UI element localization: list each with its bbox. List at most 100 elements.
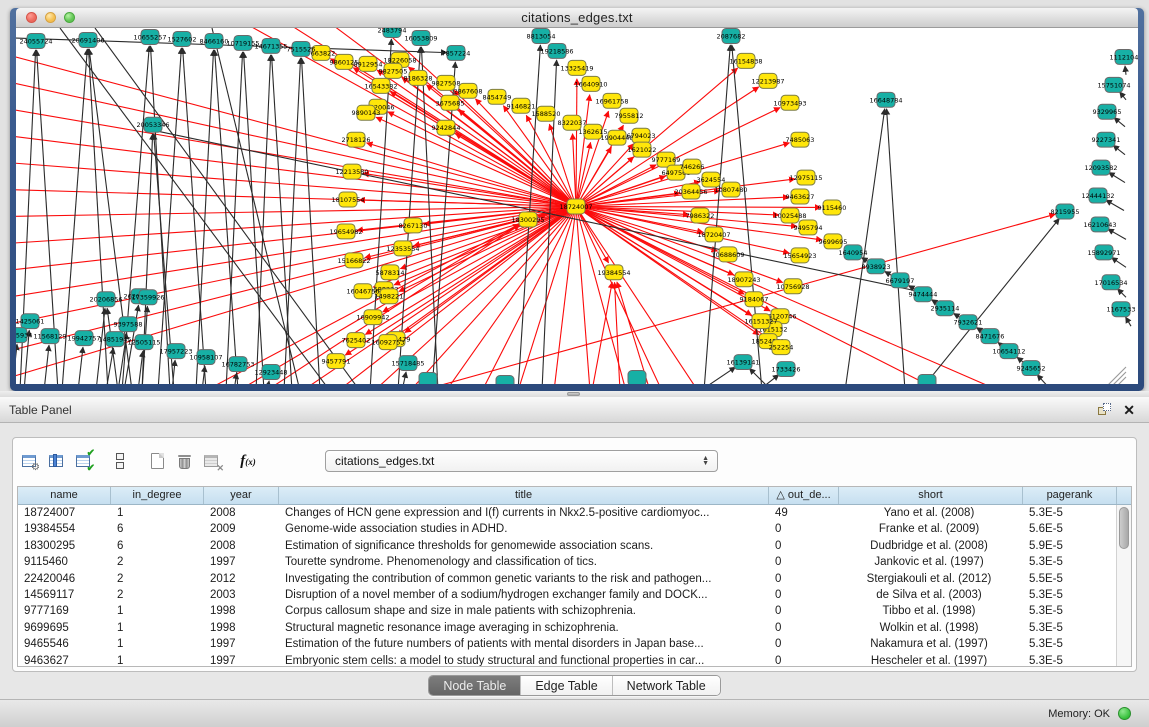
network-edge[interactable] (592, 282, 612, 384)
table-cell[interactable]: Tourette syndrome. Phenomenology and cla… (279, 554, 769, 570)
rows-icon[interactable] (109, 450, 131, 472)
column-select-icon[interactable] (45, 450, 67, 472)
network-edge[interactable] (1126, 317, 1131, 326)
table-cell[interactable]: 5.3E-5 (1023, 653, 1117, 667)
table-cell[interactable]: 0 (769, 620, 839, 636)
table-cell[interactable]: 1 (111, 603, 204, 619)
table-cell[interactable]: Estimation of the future numbers of pati… (279, 636, 769, 652)
table-cell[interactable]: 1 (111, 620, 204, 636)
table-header-cell[interactable]: name (18, 487, 111, 504)
table-row[interactable]: 946554611997Estimation of the future num… (18, 636, 1131, 652)
table-cell[interactable]: 9115460 (18, 554, 111, 570)
network-edge[interactable] (1117, 289, 1126, 298)
table-cell[interactable]: 2012 (204, 571, 279, 587)
table-header-cell[interactable]: year (204, 487, 279, 504)
table-cell[interactable]: 9777169 (18, 603, 111, 619)
network-edge[interactable] (16, 206, 576, 351)
table-cell[interactable]: 0 (769, 587, 839, 603)
tab-node-table[interactable]: Node Table (429, 676, 520, 695)
network-node[interactable] (496, 376, 514, 384)
table-selector-dropdown[interactable]: citations_edges.txt ▲▼ (325, 450, 718, 472)
new-file-icon[interactable] (146, 450, 168, 472)
scrollbar-thumb[interactable] (1119, 507, 1129, 549)
network-edge[interactable] (1120, 92, 1126, 100)
table-cell[interactable]: 9465546 (18, 636, 111, 652)
table-row[interactable]: 1938455462009Genome-wide association stu… (18, 521, 1131, 537)
network-edge[interactable] (183, 48, 206, 384)
network-edge[interactable] (1109, 172, 1125, 182)
table-row[interactable]: 911546021997Tourette syndrome. Phenomeno… (18, 554, 1131, 570)
network-edge[interactable] (16, 344, 17, 384)
network-edge[interactable] (617, 282, 650, 384)
table-cell[interactable]: 1998 (204, 603, 279, 619)
table-cell[interactable]: Dudbridge et al. (2008) (839, 538, 1023, 554)
table-row[interactable]: 1830029562008Estimation of significance … (18, 538, 1131, 554)
split-pane-grip-icon[interactable] (567, 392, 580, 396)
table-row[interactable]: 946362711997Embryonic stem cells: a mode… (18, 653, 1131, 667)
table-cell[interactable]: 5.3E-5 (1023, 636, 1117, 652)
table-cell[interactable]: 1 (111, 653, 204, 667)
network-edge[interactable] (78, 347, 83, 384)
select-rows-check-icon[interactable]: ✔✔ (72, 450, 94, 472)
table-row[interactable]: 1456911722003Disruption of a novel membe… (18, 587, 1131, 603)
table-cell[interactable]: 14569117 (18, 587, 111, 603)
network-edge[interactable] (96, 308, 105, 384)
table-cell[interactable]: 6 (111, 521, 204, 537)
table-cell[interactable]: Nakamura et al. (1997) (839, 636, 1023, 652)
table-cell[interactable]: 22420046 (18, 571, 111, 587)
network-edge[interactable] (1114, 118, 1125, 127)
table-cell[interactable]: 5.3E-5 (1023, 603, 1117, 619)
table-cell[interactable]: Estimation of significance thresholds fo… (279, 538, 769, 554)
network-edge[interactable] (1113, 145, 1125, 154)
table-cell[interactable]: Embryonic stem cells: a model to study s… (279, 653, 769, 667)
table-cell[interactable]: 18300295 (18, 538, 111, 554)
network-view-window[interactable]: citations_edges.txt 18724007183002951938… (10, 8, 1144, 391)
network-edge[interactable] (60, 28, 330, 384)
tab-edge-table[interactable]: Edge Table (520, 676, 611, 695)
table-cell[interactable]: Jankovic et al. (1997) (839, 554, 1023, 570)
table-cell[interactable]: 0 (769, 521, 839, 537)
table-cell[interactable]: 5.3E-5 (1023, 620, 1117, 636)
table-cell[interactable]: 1 (111, 505, 204, 521)
table-cell[interactable]: 2008 (204, 538, 279, 554)
network-edge[interactable] (615, 282, 620, 384)
table-cell[interactable]: Disruption of a novel member of a sodium… (279, 587, 769, 603)
network-edge[interactable] (1125, 66, 1126, 75)
table-cell[interactable]: 0 (769, 603, 839, 619)
network-edge[interactable] (576, 206, 821, 207)
table-cell[interactable]: 5.3E-5 (1023, 505, 1117, 521)
network-edge[interactable] (44, 345, 49, 384)
float-panel-icon[interactable] (1098, 403, 1111, 416)
table-cell[interactable]: Yano et al. (2008) (839, 505, 1023, 521)
table-row[interactable]: 1872400712008Changes of HCN gene express… (18, 505, 1131, 521)
network-edge[interactable] (1037, 375, 1052, 384)
network-node[interactable] (628, 371, 646, 384)
table-cell[interactable]: 1997 (204, 653, 279, 667)
table-cell[interactable]: 18724007 (18, 505, 111, 521)
table-header-cell[interactable]: short (839, 487, 1023, 504)
network-edge[interactable] (1106, 200, 1124, 210)
table-cell[interactable]: 5.3E-5 (1023, 587, 1117, 603)
network-edge[interactable] (402, 372, 406, 384)
table-row[interactable]: 2242004622012Investigating the contribut… (18, 571, 1131, 587)
table-cell[interactable]: 0 (769, 538, 839, 554)
table-cell[interactable]: 5.5E-5 (1023, 571, 1117, 587)
table-header-cell[interactable]: title (279, 487, 769, 504)
network-edge[interactable] (272, 55, 292, 384)
network-node[interactable] (419, 373, 437, 384)
table-header-cell[interactable]: in_degree (111, 487, 204, 504)
vertical-scrollbar[interactable] (1116, 505, 1131, 666)
network-edge[interactable] (267, 381, 269, 384)
table-cell[interactable]: 0 (769, 653, 839, 667)
network-edge[interactable] (284, 58, 301, 384)
table-cell[interactable]: de Silva et al. (2003) (839, 587, 1023, 603)
table-cell[interactable]: 2008 (204, 505, 279, 521)
table-cell[interactable]: 2 (111, 587, 204, 603)
network-edge[interactable] (576, 79, 577, 207)
table-cell[interactable]: 0 (769, 554, 839, 570)
table-cell[interactable]: 9699695 (18, 620, 111, 636)
table-cell[interactable]: Changes of HCN gene expression and I(f) … (279, 505, 769, 521)
close-panel-icon[interactable]: ✕ (1123, 403, 1135, 417)
table-cell[interactable]: Stergiakouli et al. (2012) (839, 571, 1023, 587)
network-edge[interactable] (244, 52, 264, 384)
